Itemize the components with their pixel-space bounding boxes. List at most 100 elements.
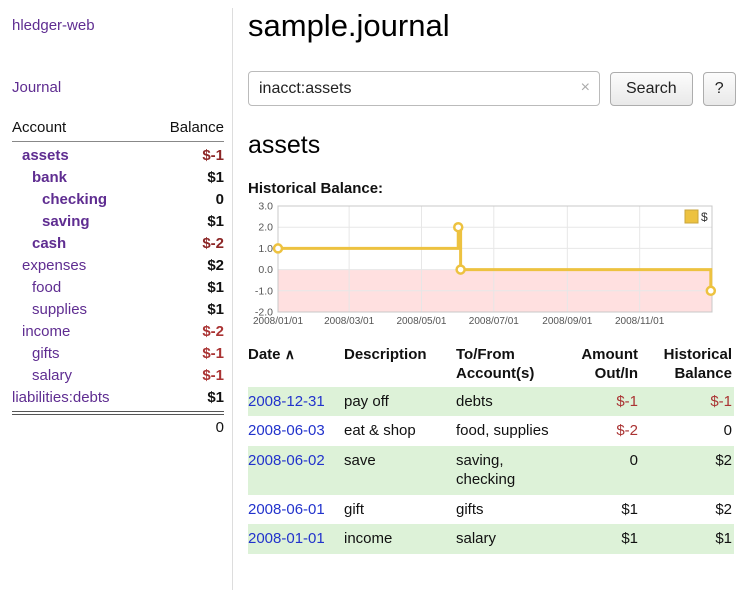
account-link[interactable]: checking	[12, 191, 107, 208]
transaction-date-link[interactable]: 2008-01-01	[248, 530, 325, 547]
register-date-cell: 2008-06-01	[248, 495, 344, 525]
register-amount-cell: $-1	[564, 387, 640, 417]
brand: hledger-web	[12, 17, 224, 35]
svg-text:2.0: 2.0	[258, 222, 273, 234]
svg-text:2008/09/01: 2008/09/01	[542, 316, 592, 327]
account-balance: $-1	[202, 345, 224, 362]
sidebar-nav: Journal	[12, 79, 224, 97]
register-header-row: Date ∧ Description To/From Account(s) Am…	[248, 343, 734, 387]
register-row: 2008-06-01 giftgifts$1$2	[248, 495, 734, 525]
register-row: 2008-01-01incomesalary$1$1	[248, 524, 734, 554]
transaction-date-link[interactable]: 2008-06-03	[248, 422, 325, 439]
account-link[interactable]: saving	[12, 213, 90, 230]
transaction-date-link[interactable]: 2008-06-01	[248, 501, 325, 518]
account-link[interactable]: income	[12, 323, 70, 340]
register-table: Date ∧ Description To/From Account(s) Am…	[248, 343, 734, 554]
register-amount-cell: $1	[564, 524, 640, 554]
account-row: expenses $2	[12, 254, 224, 276]
register-amount-cell: 0	[564, 446, 640, 495]
total-balance: 0	[12, 414, 224, 436]
account-heading: assets	[248, 131, 734, 160]
register-accounts-cell: saving, checking	[456, 446, 564, 495]
account-row: liabilities:debts $1	[12, 386, 224, 408]
register-accounts-cell: food, supplies	[456, 416, 564, 446]
account-row: supplies $1	[12, 298, 224, 320]
search-button[interactable]: Search	[610, 72, 693, 106]
account-link[interactable]: supplies	[12, 301, 87, 318]
account-balance: $1	[207, 213, 224, 230]
account-row: food$1	[12, 276, 224, 298]
register-balance-cell: $2	[640, 446, 734, 495]
register-row: 2008-06-03eat & shopfood, supplies$-20	[248, 416, 734, 446]
register-balance-cell: $-1	[640, 387, 734, 417]
svg-text:2008/11/01: 2008/11/01	[615, 316, 665, 327]
svg-text:2008/05/01: 2008/05/01	[396, 316, 446, 327]
account-balance: $-2	[202, 235, 224, 252]
register-row: 2008-12-31pay offdebts$-1$-1	[248, 387, 734, 417]
register-description-cell: pay off	[344, 387, 456, 417]
register-description-cell: gift	[344, 495, 456, 525]
svg-text:-1.0: -1.0	[255, 285, 273, 297]
account-balance: $1	[207, 389, 224, 406]
register-date-cell: 2008-06-02	[248, 446, 344, 495]
account-table-header: Account Balance	[12, 119, 224, 142]
svg-text:0.0: 0.0	[258, 264, 273, 276]
amount-column-header: Amount Out/In	[564, 343, 640, 387]
register-date-cell: 2008-01-01	[248, 524, 344, 554]
account-link[interactable]: food	[12, 279, 61, 296]
account-link[interactable]: liabilities:debts	[12, 389, 110, 406]
register-description-cell: income	[344, 524, 456, 554]
register-tbody: 2008-12-31pay offdebts$-1$-12008-06-03ea…	[248, 387, 734, 554]
transaction-date-link[interactable]: 2008-12-31	[248, 393, 325, 410]
page-title: sample.journal	[248, 8, 734, 44]
account-row: cash $-2	[12, 232, 224, 254]
main-content: sample.journal × Search ? assets Histori…	[248, 8, 742, 554]
account-balance-table: Account Balance assets $-1 bank $1 checking 0…	[12, 119, 224, 436]
account-link[interactable]: assets	[12, 147, 69, 164]
balance-column-header: Balance	[170, 119, 224, 136]
date-column-header[interactable]: Date ∧	[248, 343, 344, 387]
account-link[interactable]: expenses	[12, 257, 86, 274]
description-column-header: Description	[344, 343, 456, 387]
register-row: 2008-06-02 savesaving, checking0$2	[248, 446, 734, 495]
register-accounts-cell: gifts	[456, 495, 564, 525]
journal-nav-link[interactable]: Journal	[12, 79, 61, 96]
account-balance: $-1	[202, 147, 224, 164]
sidebar: hledger-web Journal Account Balance asse…	[0, 8, 233, 590]
account-row: income $-2	[12, 320, 224, 342]
account-link[interactable]: cash	[12, 235, 66, 252]
date-header-label: Date	[248, 346, 281, 363]
register-amount-cell: $1	[564, 495, 640, 525]
brand-link[interactable]: hledger-web	[12, 17, 95, 34]
svg-text:2008/01/01: 2008/01/01	[253, 316, 303, 327]
transaction-date-link[interactable]: 2008-06-02	[248, 452, 325, 469]
search-input[interactable]	[248, 71, 600, 106]
clear-search-icon[interactable]: ×	[581, 79, 590, 97]
account-balance: $1	[207, 169, 224, 186]
svg-text:2008/07/01: 2008/07/01	[469, 316, 519, 327]
svg-text:2008/03/01: 2008/03/01	[324, 316, 374, 327]
account-link[interactable]: bank	[12, 169, 67, 186]
account-row: bank $1	[12, 166, 224, 188]
search-row: × Search ?	[248, 71, 734, 106]
account-balance: $-1	[202, 367, 224, 384]
sort-ascending-icon: ∧	[285, 346, 295, 362]
account-balance: $-2	[202, 323, 224, 340]
register-balance-cell: $1	[640, 524, 734, 554]
account-rows: assets$-1bank$1checking0saving$1cash$-2e…	[12, 144, 224, 408]
account-row: salary $-1	[12, 364, 224, 386]
help-button[interactable]: ?	[703, 72, 736, 106]
register-date-cell: 2008-06-03	[248, 416, 344, 446]
register-balance-cell: $2	[640, 495, 734, 525]
register-date-cell: 2008-12-31	[248, 387, 344, 417]
account-link[interactable]: gifts	[12, 345, 60, 362]
account-link[interactable]: salary	[12, 367, 72, 384]
balance-column-header: Historical Balance	[640, 343, 734, 387]
register-amount-cell: $-2	[564, 416, 640, 446]
chart-title: Historical Balance:	[248, 180, 734, 197]
register-description-cell: save	[344, 446, 456, 495]
register-accounts-cell: debts	[456, 387, 564, 417]
svg-text:3.0: 3.0	[258, 202, 273, 213]
account-balance: $1	[207, 301, 224, 318]
account-balance: $2	[207, 257, 224, 274]
